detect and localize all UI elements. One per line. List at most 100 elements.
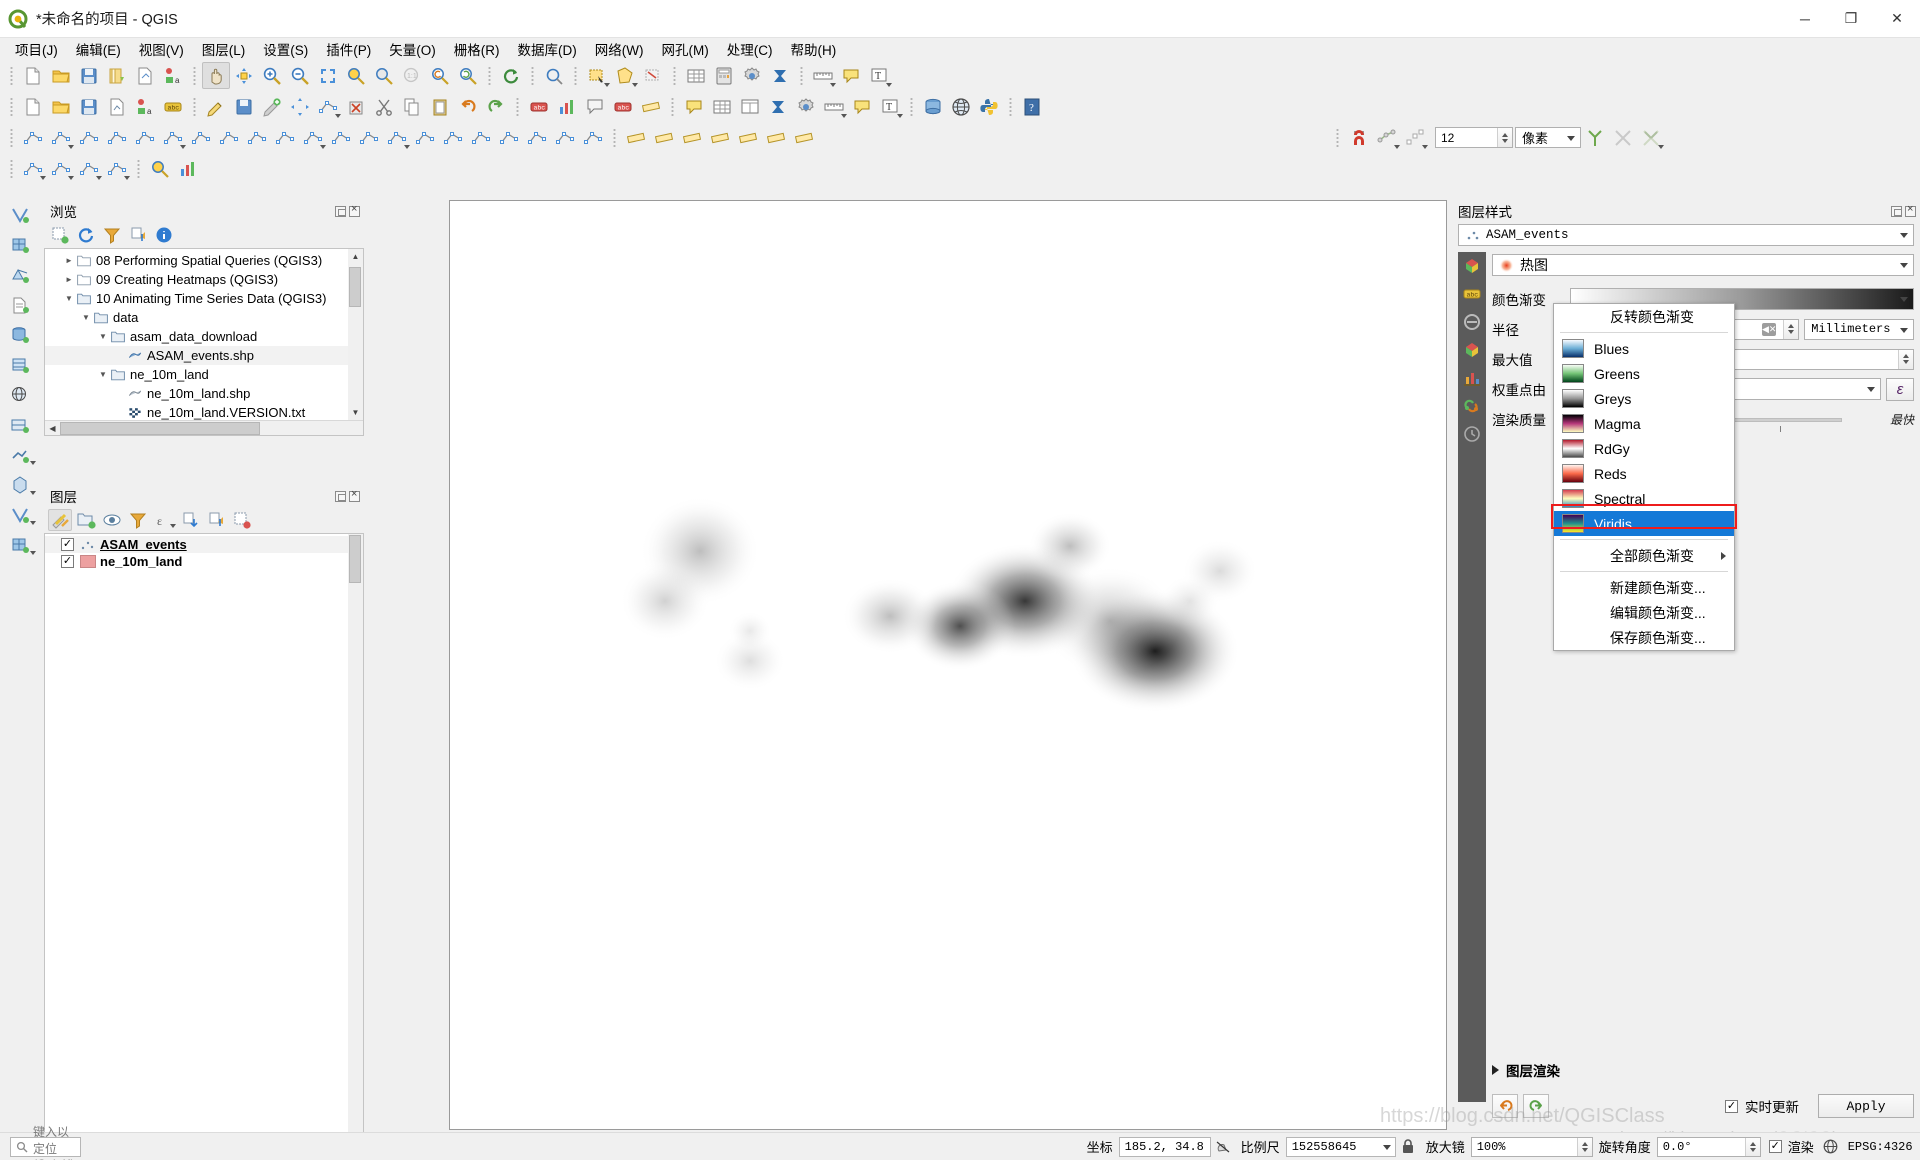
digitize-style-button[interactable]: a	[131, 93, 159, 120]
advanced-snap-b-button[interactable]	[734, 124, 762, 151]
text-annotation-button[interactable]: T	[865, 62, 893, 89]
save-button[interactable]	[75, 93, 103, 120]
menu-mesh[interactable]: 网孔(M)	[652, 37, 717, 61]
digitizing-offset-point-button[interactable]	[579, 124, 607, 151]
renderer-type-combo[interactable]: 热图	[1492, 254, 1914, 276]
collapse-arrow-icon[interactable]: ▼	[62, 294, 76, 303]
layer-list-item[interactable]: ✓ ASAM_events	[45, 536, 363, 553]
layers-tree[interactable]: ✓ ASAM_events ✓ ne_10m_land	[44, 533, 364, 1143]
digitizing-trim-extend-button[interactable]	[523, 124, 551, 151]
plugin-gcp-delete-button[interactable]	[103, 155, 131, 182]
maximize-button[interactable]: ❐	[1828, 0, 1874, 38]
new-3d-map-button[interactable]	[708, 93, 736, 120]
style-manager-button[interactable]: a	[159, 62, 187, 89]
digitizing-add-part-button[interactable]	[215, 124, 243, 151]
highlight-labels-button[interactable]: abc	[609, 93, 637, 120]
collapse-all-icon[interactable]	[126, 224, 150, 246]
menu-view[interactable]: 视图(V)	[130, 37, 193, 61]
plugin-georeferencer-button[interactable]	[19, 155, 47, 182]
map-tips-button[interactable]	[837, 62, 865, 89]
open-project-button[interactable]	[47, 62, 75, 89]
style-tab-history[interactable]	[1458, 420, 1486, 448]
style-tab-variables[interactable]	[1458, 392, 1486, 420]
add-layer-icon[interactable]	[48, 224, 72, 246]
digitizing-delete-ring-button[interactable]	[439, 124, 467, 151]
select-by-expression-button[interactable]	[611, 62, 639, 89]
browser-panel-undock-button[interactable]	[335, 205, 346, 217]
digitizing-curve-tool-button[interactable]	[159, 124, 187, 151]
advanced-snap-c-button[interactable]	[762, 124, 790, 151]
coordinate-input[interactable]: 185.2, 34.8	[1118, 1136, 1211, 1157]
open-file-button[interactable]	[47, 93, 75, 120]
browser-tree-item[interactable]: ne_10m_land.shp	[45, 384, 363, 403]
style-tab-labels[interactable]: abc	[1458, 280, 1486, 308]
menu-item-ramp-greys[interactable]: Greys	[1554, 386, 1734, 411]
menu-edit[interactable]: 编辑(E)	[67, 37, 130, 61]
zoom-last-button[interactable]	[426, 62, 454, 89]
radius-stepper[interactable]	[1783, 319, 1799, 339]
digitizing-offset-curve-button[interactable]	[355, 124, 383, 151]
menu-item-ramp-spectral[interactable]: Spectral	[1554, 486, 1734, 511]
style-tab-masks[interactable]	[1458, 308, 1486, 336]
layer-labeling-button[interactable]: abc	[525, 93, 553, 120]
digitizing-polygon-tool-button[interactable]	[103, 124, 131, 151]
redo-button[interactable]	[482, 93, 510, 120]
digitizing-rect-tool-button[interactable]	[75, 124, 103, 151]
digitize-label-button[interactable]: abc	[159, 93, 187, 120]
add-wms-layer-button[interactable]	[0, 440, 40, 470]
digitizing-circle-tool-button[interactable]	[47, 124, 75, 151]
digitizing-delete-part-button[interactable]	[467, 124, 495, 151]
metasearch-button[interactable]	[947, 93, 975, 120]
browser-tree-item[interactable]: ► 08 Performing Spatial Queries (QGIS3)	[45, 251, 363, 270]
add-postgis-layer-button[interactable]	[0, 320, 40, 350]
style-panel-close-button[interactable]	[1905, 203, 1916, 217]
snapping-vertex-icon[interactable]	[1401, 124, 1429, 151]
menu-item-new-ramp[interactable]: 新建颜色渐变...	[1554, 575, 1734, 600]
pan-to-selection-button[interactable]	[230, 62, 258, 89]
expand-arrow-icon[interactable]: ►	[62, 256, 76, 265]
cut-features-button[interactable]	[370, 93, 398, 120]
render-checkbox[interactable]: ✓	[1768, 1140, 1782, 1153]
menu-item-all-ramps[interactable]: 全部颜色渐变	[1554, 543, 1734, 568]
live-update-checkbox[interactable]: ✓	[1725, 1099, 1738, 1113]
crs-globe-icon[interactable]	[1820, 1139, 1842, 1154]
snapping-tolerance-input[interactable]: 12	[1435, 127, 1513, 148]
add-wcs-layer-button[interactable]	[0, 470, 40, 500]
pan-map-button[interactable]	[202, 62, 230, 89]
move-feature-button[interactable]	[286, 93, 314, 120]
processing-toolbox-button[interactable]	[738, 62, 766, 89]
new-file-button[interactable]	[19, 93, 47, 120]
processing-button[interactable]	[792, 93, 820, 120]
refresh-map-button[interactable]	[497, 62, 525, 89]
advanced-snap-d-button[interactable]	[790, 124, 818, 151]
maptips-button[interactable]	[848, 93, 876, 120]
copy-features-button[interactable]	[398, 93, 426, 120]
select-features-button[interactable]	[583, 62, 611, 89]
identify-features-button[interactable]	[540, 62, 568, 89]
add-vector-layer-button[interactable]	[0, 200, 40, 230]
digitizing-reverse-line-button[interactable]	[495, 124, 523, 151]
new-map-view-button[interactable]	[680, 93, 708, 120]
rotation-input[interactable]: 0.0°	[1656, 1136, 1761, 1157]
add-wfs-layer-button[interactable]	[0, 500, 40, 530]
add-mssql-layer-button[interactable]	[0, 380, 40, 410]
digitizing-simplify-feature-button[interactable]	[411, 124, 439, 151]
layer-diagram-button[interactable]	[553, 93, 581, 120]
digitizing-measure-area-button[interactable]	[19, 124, 47, 151]
undo-button[interactable]	[454, 93, 482, 120]
layers-panel-undock-button[interactable]	[335, 490, 346, 502]
collapse-arrow-icon[interactable]: ▼	[79, 313, 93, 322]
python-console-button[interactable]	[975, 93, 1003, 120]
show-statistics-button[interactable]	[764, 93, 792, 120]
db-manager-button[interactable]	[919, 93, 947, 120]
zoom-next-button[interactable]	[454, 62, 482, 89]
menu-item-ramp-greens[interactable]: Greens	[1554, 361, 1734, 386]
plugin-search-button[interactable]	[146, 155, 174, 182]
filter-icon[interactable]	[100, 224, 124, 246]
digitizing-fill-ring-button[interactable]	[187, 124, 215, 151]
menu-item-invert-ramp[interactable]: 反转颜色渐变	[1554, 304, 1734, 329]
advanced-vertex-tool-b-button[interactable]	[650, 124, 678, 151]
menu-item-ramp-viridis[interactable]: Viridis	[1554, 511, 1734, 536]
plugin-gcp-add-button[interactable]	[47, 155, 75, 182]
collapse-arrow-icon[interactable]: ▼	[96, 332, 110, 341]
